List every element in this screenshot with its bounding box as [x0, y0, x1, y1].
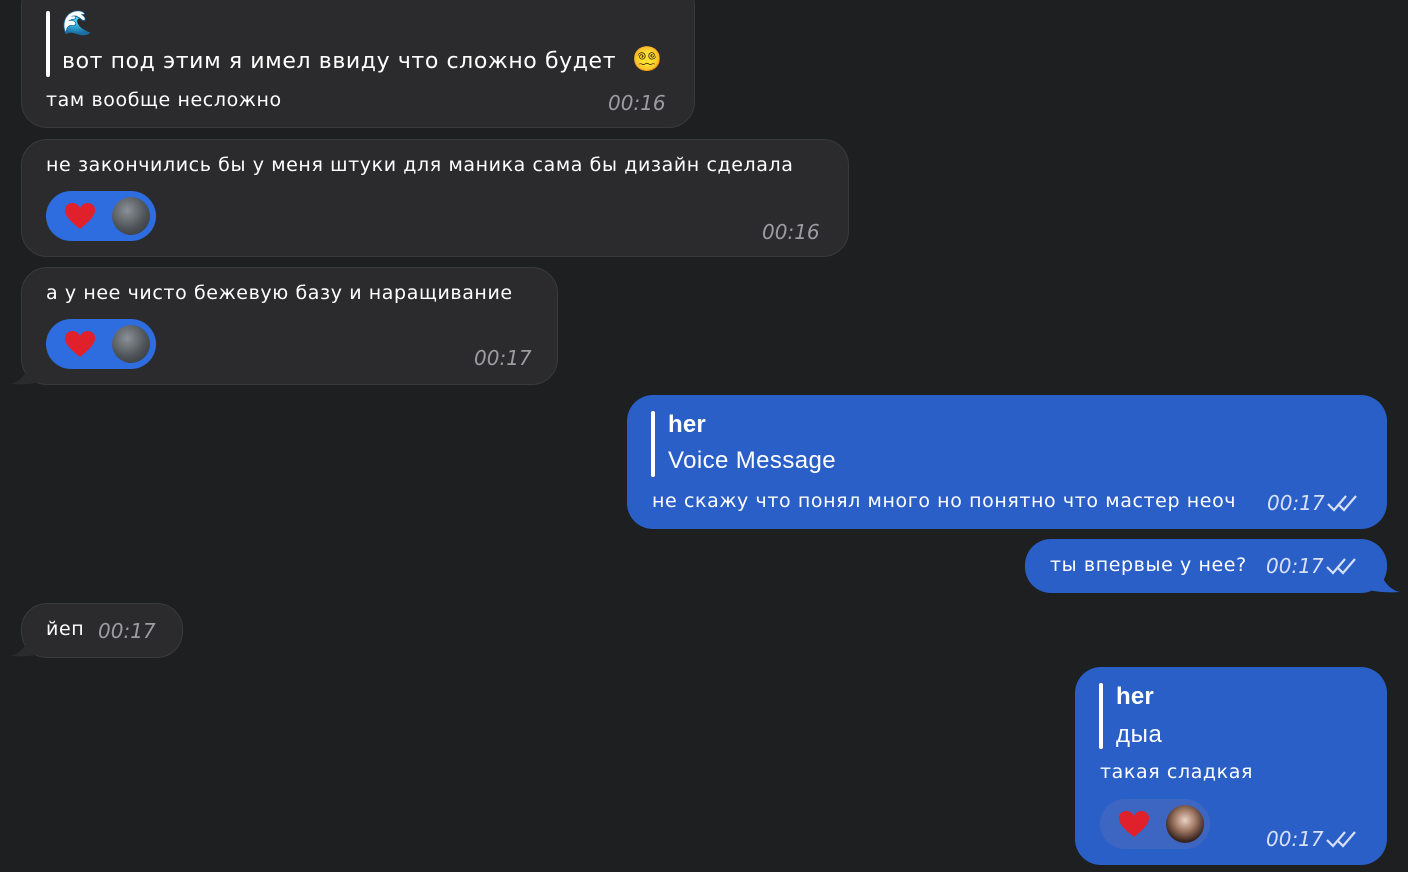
- quote-emoji: 🌊: [62, 9, 93, 37]
- message-bubble-incoming[interactable]: не закончились бы у меня штуки для маник…: [21, 139, 849, 257]
- quote-bar: [651, 411, 655, 477]
- message-text: а у нее чисто бежевую базу и наращивание: [46, 282, 513, 304]
- quote-author: her: [1116, 683, 1154, 710]
- quote-author: her: [668, 411, 706, 438]
- bubble-tail: [1368, 572, 1400, 593]
- message-text: там вообще несложно: [46, 89, 282, 111]
- message-bubble-outgoing[interactable]: her дыа такая сладкая 00:17: [1075, 667, 1387, 865]
- double-check-icon: [1326, 831, 1356, 848]
- message-time: 00:17: [1267, 491, 1325, 515]
- message-time: 00:16: [762, 220, 820, 244]
- message-time: 00:17: [1266, 827, 1324, 851]
- reactor-avatar: [1166, 805, 1204, 843]
- reaction-pill[interactable]: [46, 319, 156, 369]
- message-time: 00:16: [608, 91, 666, 115]
- quote-bar: [46, 11, 50, 77]
- message-text: не скажу что понял много но понятно что …: [652, 490, 1237, 512]
- reactor-avatar: [112, 197, 150, 235]
- double-check-icon: [1326, 558, 1356, 575]
- double-check-icon: [1327, 495, 1357, 512]
- message-time: 00:17: [1266, 554, 1324, 578]
- reaction-pill[interactable]: [1100, 799, 1210, 849]
- message-time: 00:17: [98, 619, 156, 643]
- message-text: ты впервые у нее?: [1050, 554, 1247, 576]
- quote-text: Voice Message: [668, 447, 836, 474]
- message-text: такая сладкая: [1100, 761, 1254, 783]
- heart-icon: [1119, 811, 1149, 837]
- heart-icon: [65, 331, 95, 357]
- quote-text: дыа: [1116, 721, 1163, 748]
- message-text: йеп: [46, 618, 85, 640]
- bubble-tail: [10, 364, 42, 385]
- message-bubble-outgoing[interactable]: her Voice Message не скажу что понял мно…: [627, 395, 1387, 529]
- reactor-avatar: [112, 325, 150, 363]
- message-bubble-incoming[interactable]: 🌊 вот под этим я имел ввиду что сложно б…: [21, 0, 695, 128]
- message-bubble-incoming[interactable]: а у нее чисто бежевую базу и наращивание…: [21, 267, 558, 385]
- heart-icon: [65, 203, 95, 229]
- quote-text: вот под этим я имел ввиду что сложно буд…: [62, 49, 617, 74]
- message-time: 00:17: [474, 346, 532, 370]
- reaction-pill[interactable]: [46, 191, 156, 241]
- message-text: не закончились бы у меня штуки для маник…: [46, 154, 794, 176]
- message-bubble-outgoing[interactable]: ты впервые у нее? 00:17: [1025, 539, 1387, 593]
- quote-bar: [1099, 683, 1103, 749]
- bubble-tail: [10, 636, 42, 657]
- quote-emoji-dizzy: 😵‍💫: [632, 45, 663, 73]
